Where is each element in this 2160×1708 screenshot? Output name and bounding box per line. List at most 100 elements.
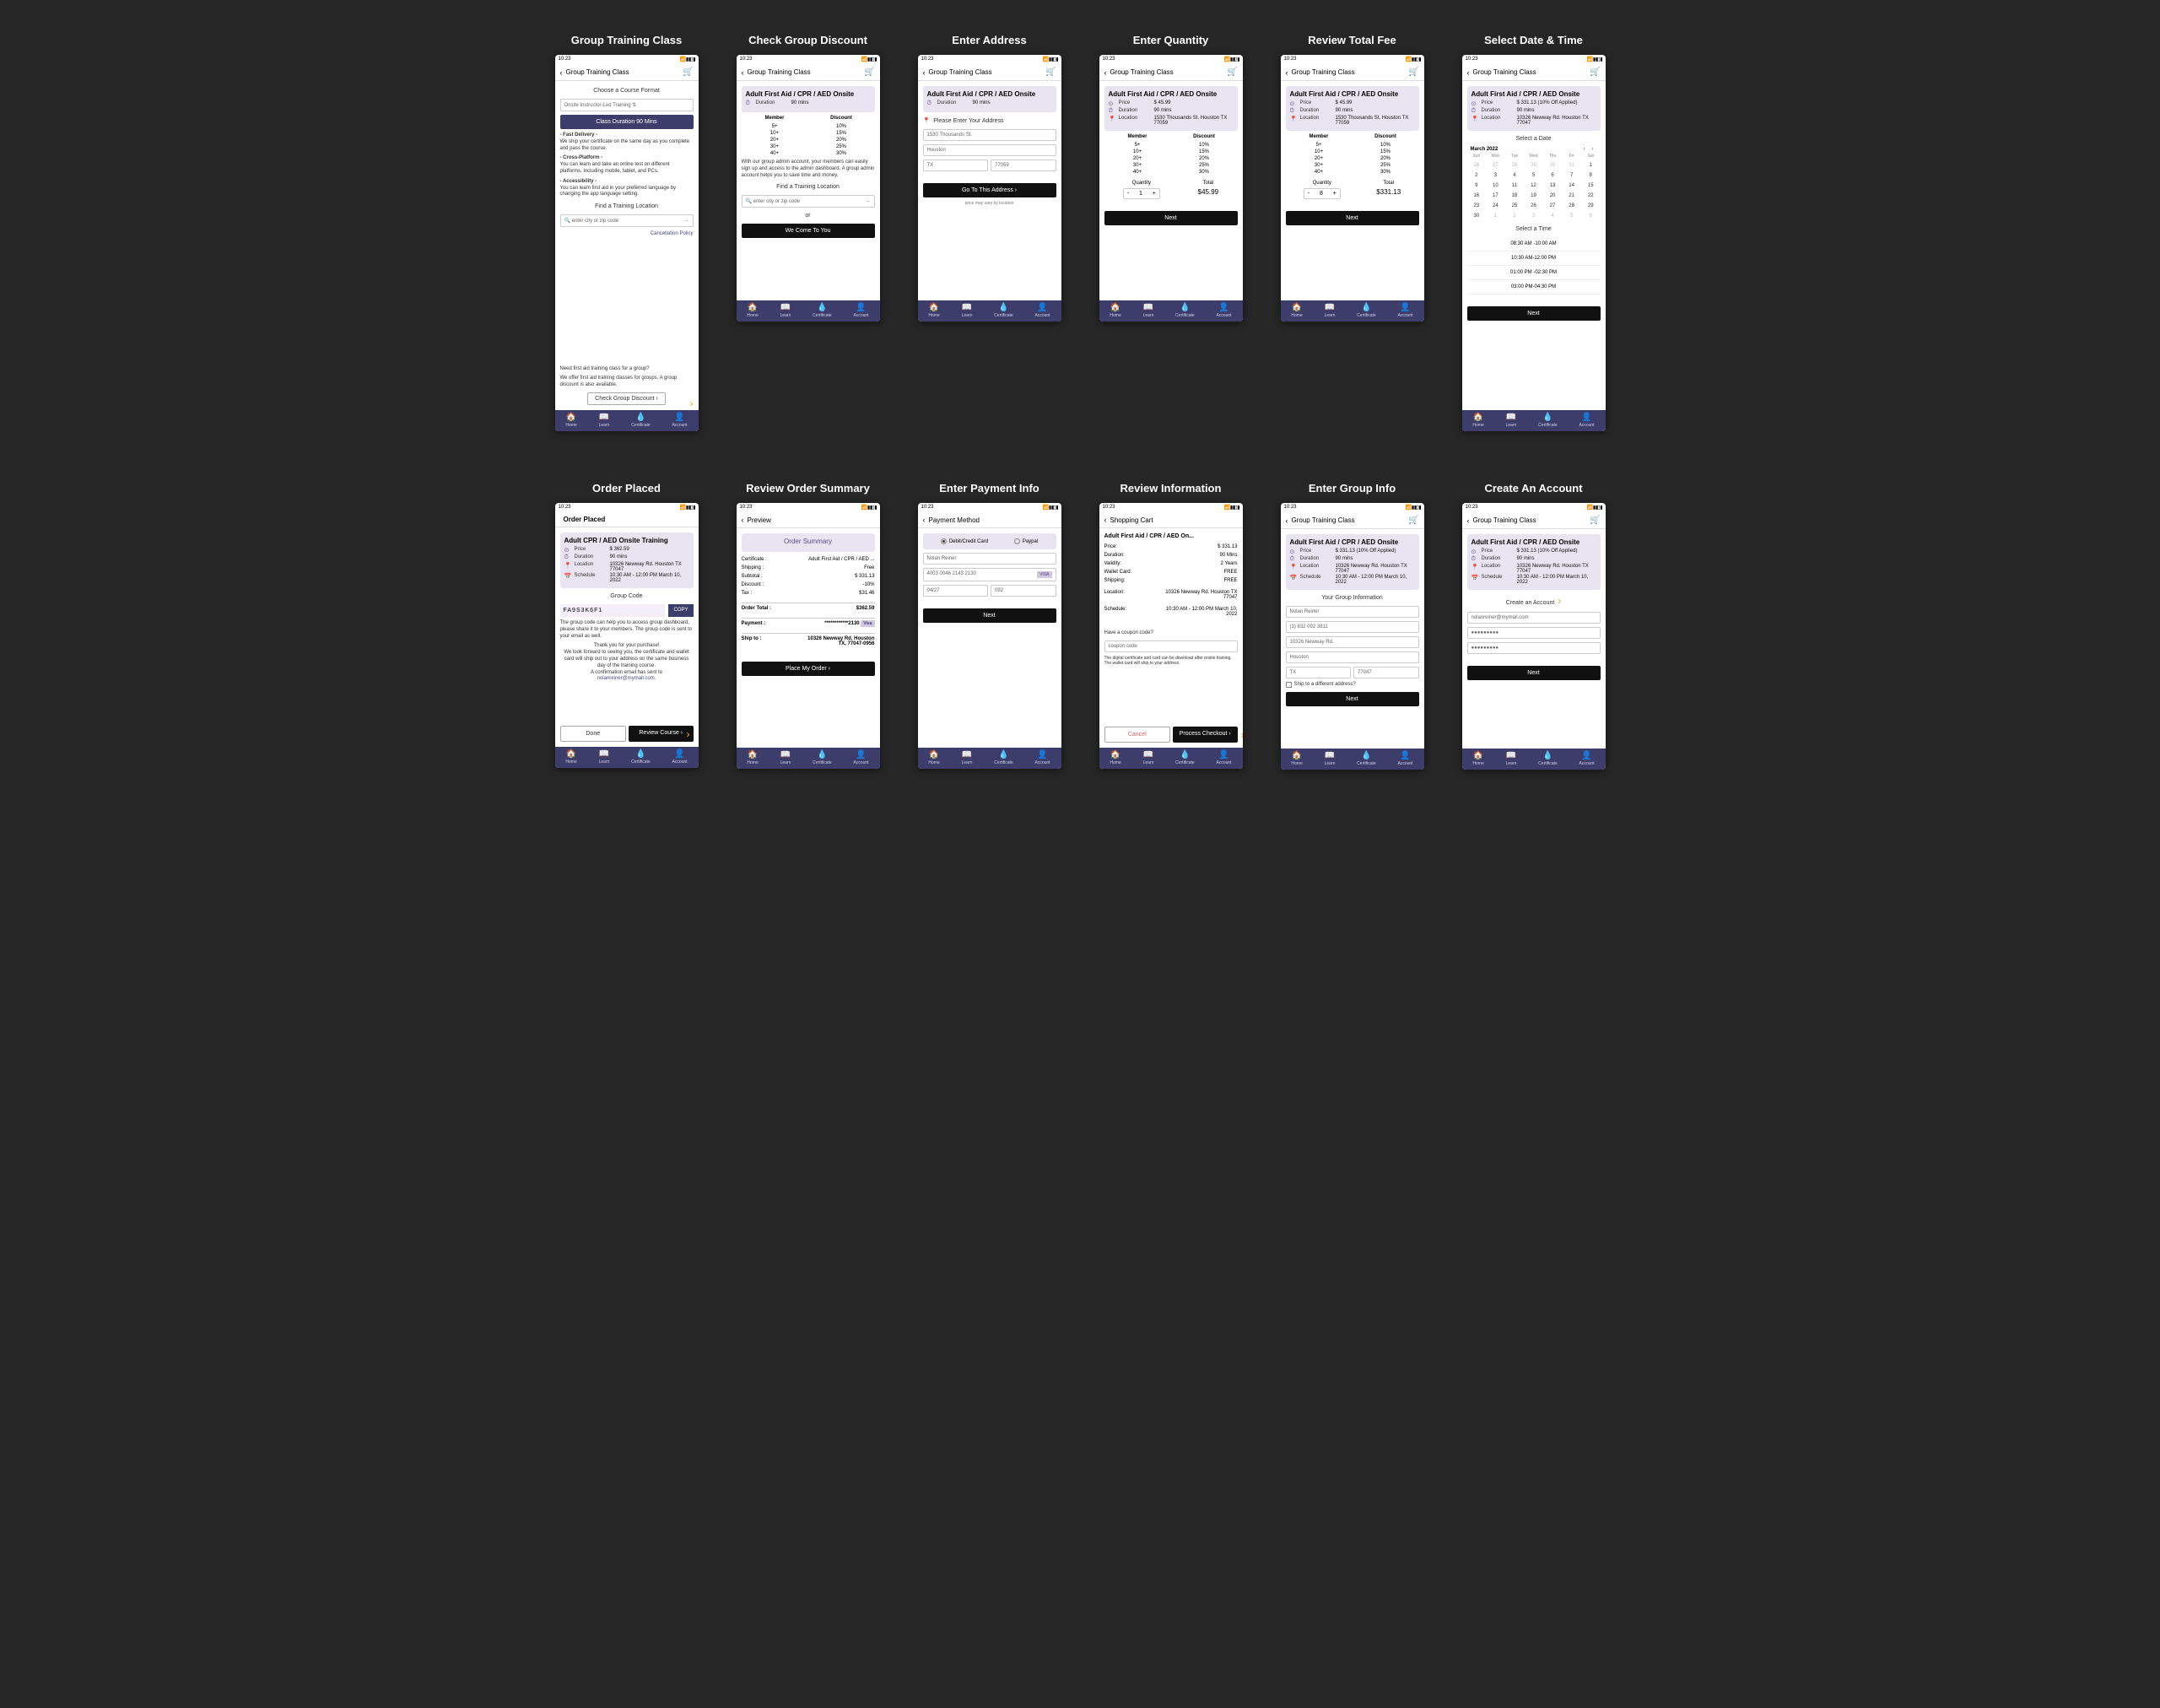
state-input[interactable]: TX <box>923 159 989 171</box>
city-input[interactable]: Houston <box>923 144 1056 156</box>
calendar-day[interactable]: 27 <box>1543 201 1563 211</box>
email-link[interactable]: nolanreiner@mymail.com. <box>597 676 656 681</box>
calendar-day[interactable]: 26 <box>1467 160 1487 170</box>
calendar-day[interactable]: 17 <box>1486 191 1505 201</box>
nav-learn[interactable]: 📖Learn <box>962 304 973 318</box>
nav-certificate[interactable]: 💧Certificate <box>1357 304 1376 318</box>
nav-home[interactable]: 🏠Home <box>1110 751 1120 765</box>
calendar-day[interactable]: 15 <box>1581 181 1601 191</box>
calendar-day[interactable]: 3 <box>1486 170 1505 181</box>
password-input[interactable]: ●●●●●●●●● <box>1467 627 1601 639</box>
time-slot[interactable]: 08:30 AM -10:00 AM <box>1467 237 1601 251</box>
nav-account[interactable]: 👤Account <box>672 413 688 428</box>
qty-stepper[interactable]: -1+ <box>1123 188 1160 199</box>
format-dropdown[interactable]: Onsite Instructor-Led Training ⇅ <box>560 99 694 111</box>
calendar-day[interactable]: 11 <box>1505 181 1525 191</box>
nav-account[interactable]: 👤Account <box>854 304 869 318</box>
nav-learn[interactable]: 📖Learn <box>599 750 610 765</box>
nav-certificate[interactable]: 💧Certificate <box>813 751 832 765</box>
go-arrow-icon[interactable]: → <box>866 198 871 204</box>
calendar-day[interactable]: 12 <box>1524 181 1543 191</box>
nav-certificate[interactable]: 💧Certificate <box>631 750 651 765</box>
calendar-day[interactable]: 6 <box>1543 170 1563 181</box>
time-slot[interactable]: 01:00 PM -02:30 PM <box>1467 266 1601 280</box>
nav-home[interactable]: 🏠Home <box>1472 752 1483 766</box>
coupon-input[interactable]: coupon code <box>1104 640 1238 652</box>
nav-certificate[interactable]: 💧Certificate <box>994 304 1013 318</box>
cart-icon[interactable]: 🛒 <box>1408 516 1418 525</box>
calendar-day[interactable]: 28 <box>1505 160 1525 170</box>
cvv-input[interactable]: 092 <box>991 585 1056 597</box>
calendar-day[interactable]: 18 <box>1505 191 1525 201</box>
nav-account[interactable]: 👤Account <box>1398 752 1413 766</box>
calendar-day[interactable]: 20 <box>1543 191 1563 201</box>
zip-input[interactable]: 77059 <box>991 159 1056 171</box>
nav-learn[interactable]: 📖Learn <box>780 751 791 765</box>
nav-certificate[interactable]: 💧Certificate <box>1538 752 1558 766</box>
cancellation-link[interactable]: Cancellation Policy <box>651 231 694 236</box>
calendar-day[interactable]: 23 <box>1467 201 1487 211</box>
nav-account[interactable]: 👤Account <box>1217 751 1232 765</box>
back-icon[interactable]: ‹ <box>742 516 744 524</box>
calendar-day[interactable]: 4 <box>1505 170 1525 181</box>
nav-learn[interactable]: 📖Learn <box>1506 413 1517 428</box>
cart-icon[interactable]: 🛒 <box>1045 68 1056 77</box>
nav-home[interactable]: 🏠Home <box>1291 752 1302 766</box>
calendar-day[interactable]: 16 <box>1467 191 1487 201</box>
nav-home[interactable]: 🏠Home <box>747 751 758 765</box>
nav-certificate[interactable]: 💧Certificate <box>813 304 832 318</box>
back-icon[interactable]: ‹ <box>923 68 926 77</box>
done-button[interactable]: Done <box>560 726 627 742</box>
nav-home[interactable]: 🏠Home <box>928 304 939 318</box>
check-discount-button[interactable]: Check Group Discount › <box>587 392 666 405</box>
nav-home[interactable]: 🏠Home <box>1291 304 1302 318</box>
nav-certificate[interactable]: 💧Certificate <box>1357 752 1376 766</box>
nav-learn[interactable]: 📖Learn <box>599 413 610 428</box>
copy-button[interactable]: COPY <box>668 604 693 617</box>
nav-account[interactable]: 👤Account <box>1398 304 1413 318</box>
nav-certificate[interactable]: 💧Certificate <box>1175 304 1195 318</box>
location-search[interactable]: 🔍 enter city or zip code→ <box>742 195 875 208</box>
nav-learn[interactable]: 📖Learn <box>1325 752 1336 766</box>
go-arrow-icon[interactable]: → <box>684 218 689 224</box>
nav-home[interactable]: 🏠Home <box>565 413 576 428</box>
card-radio[interactable]: Debit/Credit Card <box>941 538 988 544</box>
next-button[interactable]: Next› <box>1286 692 1419 706</box>
nav-account[interactable]: 👤Account <box>854 751 869 765</box>
next-button[interactable]: Next <box>1467 666 1601 680</box>
calendar-day[interactable]: 7 <box>1562 170 1581 181</box>
go-address-button[interactable]: Go To This Address ›› <box>923 183 1056 197</box>
calendar-day[interactable]: 30 <box>1467 211 1487 221</box>
diff-address-checkbox[interactable] <box>1286 682 1292 688</box>
cart-icon[interactable]: 🛒 <box>1590 68 1600 77</box>
calendar-day[interactable]: 28 <box>1562 201 1581 211</box>
prev-month-icon[interactable]: ‹ <box>1580 147 1589 152</box>
calendar-day[interactable]: 5 <box>1562 211 1581 221</box>
phone-input[interactable]: (1) 832 092 3811 <box>1286 621 1419 633</box>
next-button[interactable]: Next <box>1467 306 1601 321</box>
calendar-day[interactable]: 31 <box>1562 160 1581 170</box>
cart-icon[interactable]: 🛒 <box>1408 68 1418 77</box>
calendar-day[interactable]: 2 <box>1505 211 1525 221</box>
calendar-day[interactable]: 22 <box>1581 191 1601 201</box>
next-button[interactable]: Next› <box>923 608 1056 623</box>
city-input[interactable]: Houston <box>1286 651 1419 663</box>
nav-account[interactable]: 👤Account <box>1035 751 1050 765</box>
calendar-day[interactable]: 24 <box>1486 201 1505 211</box>
location-search[interactable]: 🔍 enter city or zip code→ <box>560 214 694 227</box>
nav-home[interactable]: 🏠Home <box>565 750 576 765</box>
calendar-day[interactable]: 5 <box>1524 170 1543 181</box>
calendar-day[interactable]: 29 <box>1524 160 1543 170</box>
place-order-button[interactable]: Place My Order ››› <box>742 662 875 676</box>
back-icon[interactable]: ‹ <box>1467 516 1470 525</box>
exp-input[interactable]: 04/27 <box>923 585 989 597</box>
nav-learn[interactable]: 📖Learn <box>1143 751 1154 765</box>
nav-home[interactable]: 🏠Home <box>747 304 758 318</box>
calendar-day[interactable]: 19 <box>1524 191 1543 201</box>
back-icon[interactable]: ‹ <box>923 516 926 524</box>
nav-account[interactable]: 👤Account <box>1217 304 1232 318</box>
cart-icon[interactable]: 🛒 <box>1227 68 1237 77</box>
state-input[interactable]: TX <box>1286 667 1352 678</box>
nav-home[interactable]: 🏠Home <box>928 751 939 765</box>
calendar-day[interactable]: 2 <box>1467 170 1487 181</box>
